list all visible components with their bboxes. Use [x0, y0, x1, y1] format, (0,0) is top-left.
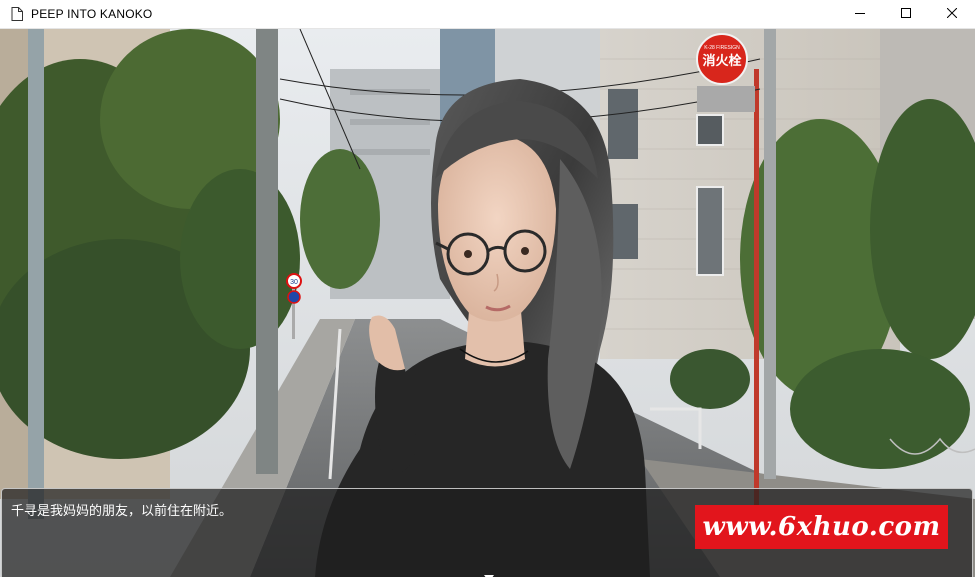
utility-pole-left — [28, 29, 44, 519]
minimize-icon — [855, 5, 865, 23]
watermark-banner: www.6xhuo.com — [695, 505, 948, 549]
close-button[interactable] — [929, 0, 975, 29]
document-icon — [9, 6, 25, 22]
utility-pole-right — [764, 29, 776, 479]
maximize-icon — [901, 5, 911, 23]
window-title: PEEP INTO KANOKO — [31, 7, 153, 21]
dialogue-text: 千寻是我妈妈的朋友，以前住在附近。 — [11, 504, 233, 519]
watermark-text: www.6xhuo.com — [702, 512, 941, 542]
title-bar: PEEP INTO KANOKO — [0, 0, 975, 29]
svg-text:30: 30 — [290, 279, 298, 286]
close-icon — [946, 5, 958, 23]
minimize-button[interactable] — [837, 0, 883, 29]
svg-text:消火栓: 消火栓 — [702, 53, 741, 69]
maximize-button[interactable] — [883, 0, 929, 29]
utility-pole-mid — [256, 29, 278, 474]
svg-text:K-28 FIRESIGN: K-28 FIRESIGN — [704, 45, 740, 51]
triangle-down-icon[interactable] — [484, 569, 494, 577]
